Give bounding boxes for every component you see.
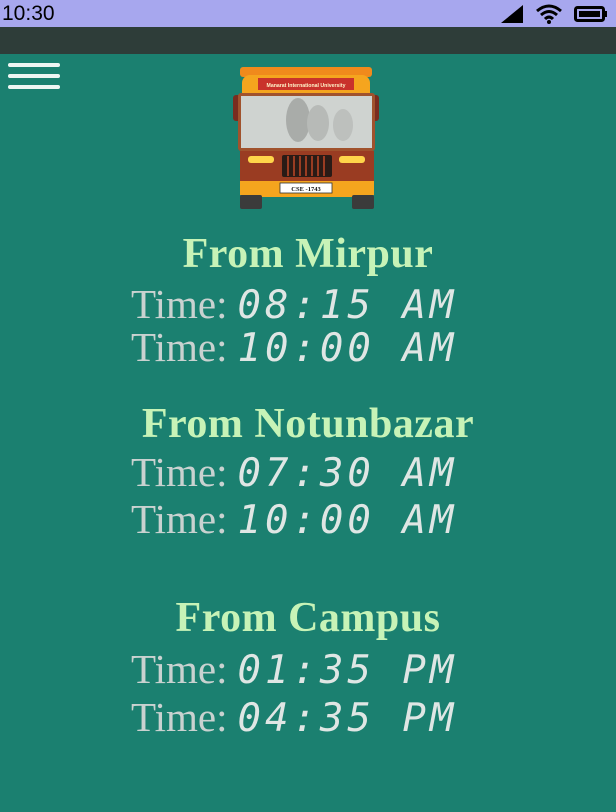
section-title-campus: From Campus bbox=[175, 595, 441, 641]
status-bar: 10:30 bbox=[0, 0, 616, 27]
time-label: Time: bbox=[131, 449, 228, 495]
time-label: Time: bbox=[131, 694, 228, 740]
section-title-notunbazar: From Notunbazar bbox=[141, 401, 475, 447]
time-label: Time: bbox=[131, 646, 228, 692]
bus-banner: Manarat International University bbox=[267, 83, 346, 89]
cell-signal-icon bbox=[501, 4, 523, 23]
bus-plate: CSE -1743 bbox=[291, 186, 321, 193]
time-row: Time: 08:15 AM bbox=[131, 280, 458, 328]
menu-icon[interactable] bbox=[6, 61, 62, 93]
status-time: 10:30 bbox=[2, 2, 55, 25]
time-row: Time: 10:00 AM bbox=[131, 495, 458, 543]
time-row: Time: 04:35 PM bbox=[131, 693, 458, 741]
time-value: 07:30 AM bbox=[237, 451, 458, 496]
section-title-mirpur: From Mirpur bbox=[182, 231, 434, 277]
wifi-icon bbox=[536, 4, 562, 24]
time-label: Time: bbox=[131, 496, 228, 542]
status-icons bbox=[500, 3, 608, 24]
bus-illustration: Manarat International University CSE -17… bbox=[233, 67, 379, 209]
time-row: Time: 10:00 AM bbox=[131, 323, 458, 371]
time-value: 10:00 AM bbox=[237, 326, 458, 371]
time-row: Time: 07:30 AM bbox=[131, 448, 458, 496]
time-label: Time: bbox=[131, 324, 228, 370]
time-value: 01:35 PM bbox=[237, 648, 458, 693]
time-label: Time: bbox=[131, 281, 228, 327]
time-value: 08:15 AM bbox=[237, 283, 458, 328]
time-row: Time: 01:35 PM bbox=[131, 645, 458, 693]
time-value: 10:00 AM bbox=[237, 498, 458, 543]
time-value: 04:35 PM bbox=[237, 696, 458, 741]
app-bar bbox=[0, 27, 616, 54]
battery-icon bbox=[574, 5, 607, 22]
